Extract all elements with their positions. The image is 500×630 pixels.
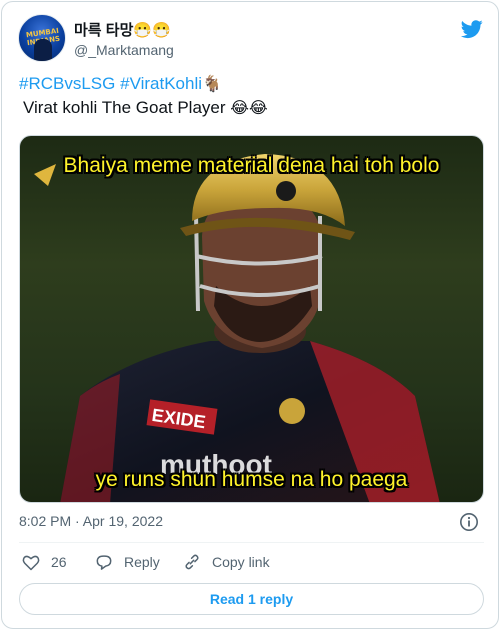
reply-label: Reply (124, 554, 160, 570)
display-name[interactable]: 마륵 타망😷😷 (74, 19, 171, 40)
heart-icon (22, 555, 40, 571)
tweet-timestamp[interactable]: 8:02 PM · Apr 19, 2022 (19, 513, 163, 529)
meme-caption-bottom: ye runs shun humse na ho paega (95, 468, 408, 491)
reply-button[interactable]: Reply (94, 552, 160, 572)
laughing-emoji: 😂😂 (230, 98, 268, 117)
user-handle[interactable]: @_Marktamang (74, 42, 174, 58)
hashtag-viratkohli[interactable]: #ViratKohli (120, 74, 202, 93)
read-replies-button[interactable]: Read 1 reply (19, 583, 484, 615)
tweet-text: #RCBvsLSG #ViratKohli🐐 Virat kohli The G… (19, 72, 483, 120)
tweet-body-line: Virat kohli The Goat Player 😂😂 (19, 96, 483, 120)
tweet-sentence: Virat kohli The Goat Player (23, 98, 226, 117)
avatar-figure (34, 39, 52, 61)
tweet-media-image[interactable]: EXIDE muthoot Bhaiya meme material dena … (19, 135, 484, 503)
like-button[interactable]: 26 (21, 552, 67, 572)
meme-caption-top: Bhaiya meme material dena hai toh bolo (63, 154, 440, 177)
copy-link-button[interactable]: Copy link (182, 552, 270, 572)
tweet-header: MUMBAI INDIANS 마륵 타망😷😷 @_Marktamang (18, 14, 484, 64)
divider (19, 542, 484, 543)
hashtag-rcbvslsg[interactable]: #RCBvsLSG (19, 74, 115, 93)
meme-photo: EXIDE muthoot (34, 154, 440, 502)
read-replies-label: Read 1 reply (209, 591, 294, 607)
copy-link-label: Copy link (212, 554, 270, 570)
info-icon[interactable] (459, 512, 479, 532)
reply-icon (96, 555, 112, 570)
twitter-bird-icon[interactable] (460, 18, 484, 40)
goat-emoji: 🐐 (202, 74, 222, 93)
avatar[interactable]: MUMBAI INDIANS (18, 14, 66, 62)
link-icon (185, 554, 199, 570)
tweet-card: MUMBAI INDIANS 마륵 타망😷😷 @_Marktamang #RCB… (1, 1, 499, 629)
hashtag-line: #RCBvsLSG #ViratKohli🐐 (19, 72, 483, 96)
like-count: 26 (51, 554, 67, 570)
